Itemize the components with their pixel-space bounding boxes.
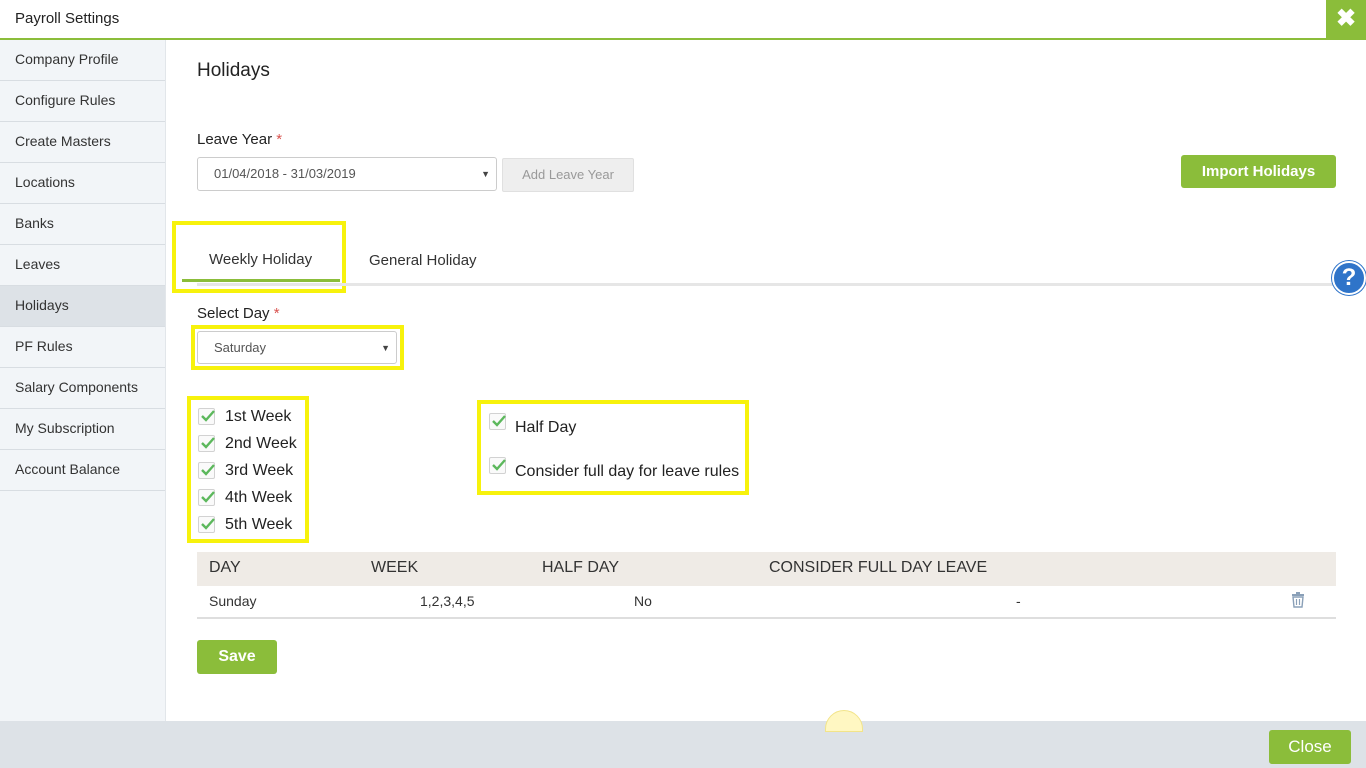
checkbox[interactable] — [198, 435, 215, 452]
sidebar-item-locations[interactable]: Locations — [0, 163, 165, 204]
sidebar-item-leaves[interactable]: Leaves — [0, 245, 165, 286]
checkbox[interactable] — [198, 408, 215, 425]
cell-week: 1,2,3,4,5 — [420, 593, 475, 609]
checkbox[interactable] — [198, 462, 215, 479]
sidebar-item-account-balance[interactable]: Account Balance — [0, 450, 165, 491]
tabs-divider — [197, 283, 1366, 286]
table-header: DAY WEEK HALF DAY CONSIDER FULL DAY LEAV… — [197, 552, 1336, 586]
sidebar-item-my-subscription[interactable]: My Subscription — [0, 409, 165, 450]
trash-icon[interactable] — [1291, 592, 1305, 608]
column-header-half-day: HALF DAY — [542, 559, 620, 576]
close-icon[interactable]: ✖ — [1326, 0, 1366, 38]
sidebar-item-configure-rules[interactable]: Configure Rules — [0, 81, 165, 122]
required-mark: * — [273, 305, 280, 322]
column-header-week: WEEK — [371, 559, 419, 576]
page-title: Holidays — [197, 60, 270, 81]
title-bar: Payroll Settings ✖ — [0, 0, 1366, 40]
sidebar-item-company-profile[interactable]: Company Profile — [0, 40, 165, 81]
help-icon[interactable]: ? — [1332, 261, 1366, 295]
select-day-select[interactable]: Saturday ▼ — [197, 331, 397, 364]
checkmark-icon — [201, 410, 215, 422]
window-title: Payroll Settings — [15, 10, 120, 27]
sidebar-item-banks[interactable]: Banks — [0, 204, 165, 245]
checkbox[interactable] — [489, 457, 506, 474]
sidebar: Company Profile Configure Rules Create M… — [0, 40, 166, 721]
checkmark-icon — [492, 459, 506, 471]
cell-half-day: No — [634, 593, 652, 609]
checkmark-icon — [201, 437, 215, 449]
checkbox[interactable] — [198, 489, 215, 506]
column-header-day: DAY — [209, 559, 241, 576]
tab-weekly-holiday[interactable]: Weekly Holiday — [209, 251, 312, 268]
save-button[interactable]: Save — [197, 640, 277, 674]
column-header-full-day-leave: CONSIDER FULL DAY LEAVE — [769, 559, 988, 576]
checkmark-icon — [201, 491, 215, 503]
leave-year-select[interactable]: 01/04/2018 - 31/03/2019 ▼ — [197, 157, 497, 191]
add-leave-year-button[interactable]: Add Leave Year — [502, 158, 634, 192]
active-tab-indicator — [182, 279, 340, 282]
checkmark-icon — [492, 415, 506, 427]
sidebar-item-holidays[interactable]: Holidays — [0, 286, 165, 327]
tab-general-holiday[interactable]: General Holiday — [369, 252, 477, 269]
checkbox[interactable] — [489, 413, 506, 430]
checkmark-icon — [201, 518, 215, 530]
sidebar-item-salary-components[interactable]: Salary Components — [0, 368, 165, 409]
cell-full-day-leave: - — [1016, 593, 1021, 609]
import-holidays-button[interactable]: Import Holidays — [1181, 155, 1336, 188]
table-row: Sunday 1,2,3,4,5 No - — [197, 586, 1336, 619]
footer-bar: Close — [0, 721, 1366, 768]
cell-day: Sunday — [209, 593, 257, 609]
required-mark: * — [276, 131, 283, 148]
close-button[interactable]: Close — [1269, 730, 1351, 764]
select-day-label: Select Day * — [197, 305, 280, 322]
main-content: Holidays Leave Year * 01/04/2018 - 31/03… — [166, 40, 1366, 721]
checkmark-icon — [201, 464, 215, 476]
sidebar-item-pf-rules[interactable]: PF Rules — [0, 327, 165, 368]
caret-down-icon: ▼ — [481, 169, 490, 179]
caret-down-icon: ▼ — [381, 343, 390, 353]
leave-year-label: Leave Year * — [197, 131, 283, 148]
checkbox[interactable] — [198, 516, 215, 533]
sidebar-item-create-masters[interactable]: Create Masters — [0, 122, 165, 163]
